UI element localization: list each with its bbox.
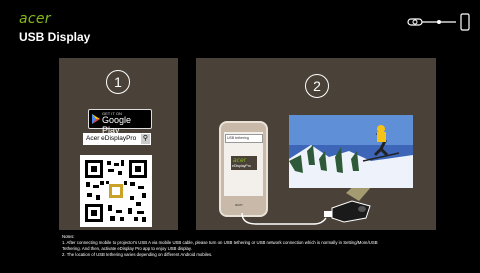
acer-logo: acer — [19, 11, 51, 27]
google-play-badge[interactable]: GET IT ON Google Play — [88, 109, 152, 135]
step1-number: 1 — [106, 70, 130, 94]
store-badge-large-text: Google Play — [102, 115, 132, 135]
notes-section: Notes: 1. After connecting mobile to pro… — [62, 234, 472, 258]
app-search-text: Acer eDisplayPro — [86, 135, 137, 142]
projector-phone-connection-icon — [407, 13, 470, 31]
projected-screen-image — [289, 115, 413, 188]
qr-code — [80, 155, 152, 227]
page-title: USB Display — [19, 30, 91, 44]
search-icon: ⚲ — [141, 134, 150, 144]
app-search-field: Acer eDisplayPro ⚲ — [83, 133, 151, 145]
google-play-icon — [92, 114, 100, 124]
note-line-3: 2. The location of USB tethering varies … — [62, 252, 213, 257]
